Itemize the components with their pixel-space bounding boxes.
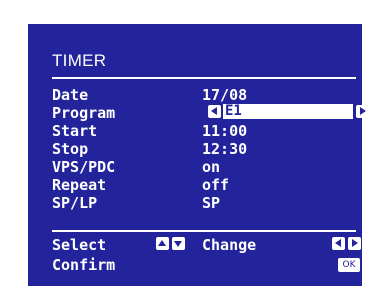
change-hint-label: Change bbox=[202, 236, 257, 254]
start-label: Start bbox=[52, 122, 98, 140]
sp-lp-label: SP/LP bbox=[52, 194, 98, 212]
arrow-right-icon[interactable] bbox=[356, 105, 369, 118]
arrow-left-icon[interactable] bbox=[332, 237, 345, 250]
start-value: 11:00 bbox=[202, 122, 248, 140]
vps-pdc-value: on bbox=[202, 158, 221, 176]
program-label: Program bbox=[52, 104, 116, 122]
stop-label: Stop bbox=[52, 140, 89, 158]
ok-button[interactable]: OK bbox=[338, 258, 360, 272]
vps-pdc-label: VPS/PDC bbox=[52, 158, 116, 176]
arrow-down-icon[interactable] bbox=[172, 237, 185, 250]
timer-menu-panel: TIMER Date 17/08 Program E1 Start 11:00 … bbox=[28, 24, 369, 286]
date-label: Date bbox=[52, 86, 89, 104]
confirm-hint-label: Confirm bbox=[52, 256, 116, 274]
footer-divider bbox=[52, 230, 356, 232]
arrow-right-icon[interactable] bbox=[348, 237, 361, 250]
sp-lp-value: SP bbox=[202, 194, 221, 212]
title-divider bbox=[52, 77, 356, 79]
repeat-label: Repeat bbox=[52, 176, 107, 194]
arrow-left-icon[interactable] bbox=[208, 105, 221, 118]
program-field[interactable]: E1 bbox=[223, 104, 353, 119]
arrow-up-icon[interactable] bbox=[156, 237, 169, 250]
repeat-value: off bbox=[202, 176, 230, 194]
stop-value: 12:30 bbox=[202, 140, 248, 158]
select-hint-label: Select bbox=[52, 236, 107, 254]
date-value: 17/08 bbox=[202, 86, 248, 104]
menu-title: TIMER bbox=[52, 51, 107, 70]
